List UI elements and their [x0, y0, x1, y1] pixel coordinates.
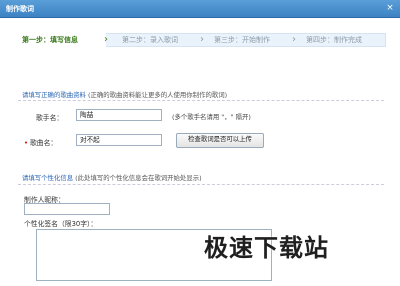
section2-note: (此处填写的个性化信息会在歌词开始处显示)	[75, 174, 202, 182]
section1-header: 请填写正确的歌曲资料 (正确的歌曲资料能让更多的人使用你制作的歌词)	[22, 90, 227, 99]
maker-input[interactable]	[24, 203, 110, 215]
check-lyrics-button[interactable]: 检查歌词是否可以上传	[176, 133, 264, 148]
section1-title: 请填写正确的歌曲资料	[22, 91, 86, 99]
section2-title: 请填写个性化信息	[22, 174, 74, 182]
song-label-wrap: • 歌曲名：	[24, 137, 57, 147]
singer-input[interactable]: 陶喆	[76, 109, 162, 121]
step-2: 第二步：录入歌词	[122, 36, 178, 44]
singer-label: 歌手名：	[36, 114, 64, 122]
window-title: 制作歌词	[6, 5, 34, 13]
step-3: 第三步：开始制作	[214, 36, 270, 44]
signature-label: 个性化签名（限30字）：	[24, 220, 98, 228]
watermark-logo: 极速下载站	[204, 234, 329, 262]
song-input[interactable]: 对不起	[76, 134, 162, 146]
chevron-right-icon: ›	[292, 34, 296, 45]
divider	[18, 184, 384, 185]
singer-hint: (多个歌手名请用 "，" 隔开)	[172, 113, 251, 121]
title-bar: 制作歌词 ×	[0, 0, 400, 18]
required-marker: •	[24, 139, 29, 147]
step-1: 第一步：填写信息	[14, 33, 106, 47]
chevron-right-icon: ›	[200, 34, 204, 45]
chevron-right-icon: ›	[104, 34, 108, 45]
section1-note: (正确的歌曲资料能让更多的人使用你制作的歌词)	[87, 91, 228, 99]
section2-header: 请填写个性化信息 (此处填写的个性化信息会在歌词开始处显示)	[22, 173, 202, 182]
song-label: 歌曲名：	[30, 139, 58, 147]
divider	[18, 100, 384, 101]
step-progress: 第一步：填写信息 › 第二步：录入歌词 › 第三步：开始制作 › 第四步：制作完…	[0, 18, 400, 62]
close-icon[interactable]: ×	[385, 3, 395, 13]
step-4: 第四步：制作完成	[306, 36, 362, 44]
